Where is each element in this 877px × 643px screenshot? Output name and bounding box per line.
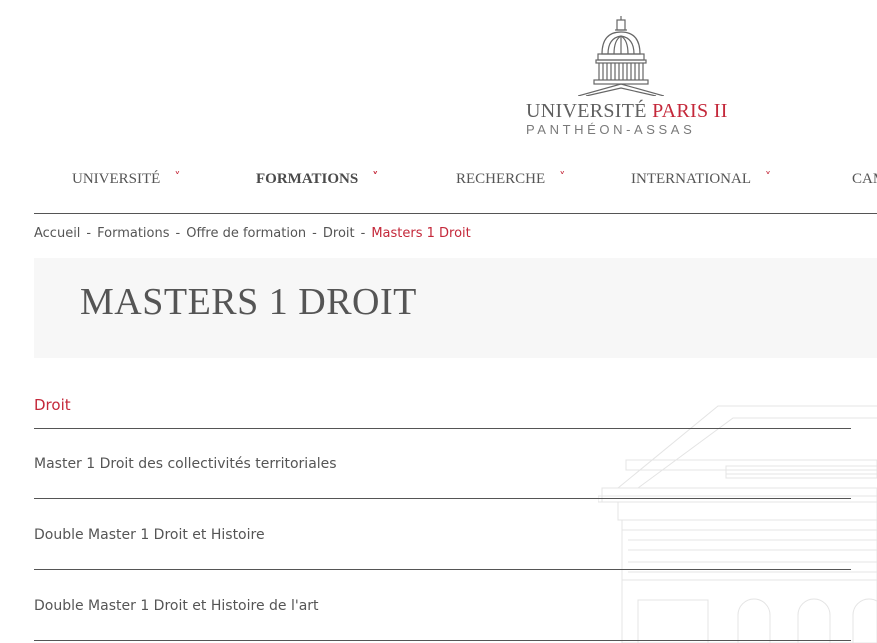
breadcrumb-separator: - xyxy=(312,226,317,241)
logo-wordmark: UNIVERSITÉ PARIS II xyxy=(526,100,727,123)
nav-item-label: UNIVERSITÉ xyxy=(72,171,161,187)
nav-item-recherche[interactable]: RECHERCHE ˅ xyxy=(456,169,566,188)
breadcrumb-separator: - xyxy=(86,226,92,241)
logo-text-main: UNIVERSITÉ xyxy=(526,100,653,122)
chevron-down-icon: ˅ xyxy=(559,169,566,184)
list-item: Master 1 Droit des collectivités territo… xyxy=(34,428,851,499)
nav-item-label: INTERNATIONAL xyxy=(631,171,751,187)
nav-item-universite[interactable]: UNIVERSITÉ ˅ xyxy=(72,169,181,188)
pantheon-dome-icon xyxy=(578,16,664,96)
page-title-banner: MASTERS 1 DROIT xyxy=(34,258,877,358)
breadcrumb-link-droit[interactable]: Droit xyxy=(323,226,355,241)
breadcrumb-link-offre[interactable]: Offre de formation xyxy=(186,226,306,241)
nav-item-label: RECHERCHE xyxy=(456,171,546,187)
nav-item-label: CAM xyxy=(852,171,877,187)
breadcrumb-separator: - xyxy=(360,226,366,241)
program-link[interactable]: Double Master 1 Droit et Histoire xyxy=(34,527,265,543)
logo-subtitle: PANTHÉON-ASSAS xyxy=(526,122,696,137)
chevron-down-icon: ˅ xyxy=(764,169,771,184)
chevron-down-icon: ˅ xyxy=(372,169,379,184)
page-title: MASTERS 1 DROIT xyxy=(80,281,417,323)
chevron-down-icon: ˅ xyxy=(174,169,181,184)
program-link[interactable]: Double Master 1 Droit et Histoire de l'a… xyxy=(34,598,319,614)
nav-item-formations[interactable]: FORMATIONS ˅ xyxy=(256,169,379,188)
breadcrumb-link-formations[interactable]: Formations xyxy=(97,226,169,241)
nav-item-campus[interactable]: CAM xyxy=(852,171,877,188)
breadcrumb-separator: - xyxy=(175,226,181,241)
program-link[interactable]: Master 1 Droit des collectivités territo… xyxy=(34,456,337,472)
nav-item-label: FORMATIONS xyxy=(256,171,359,187)
university-logo[interactable]: UNIVERSITÉ PARIS II PANTHÉON-ASSAS xyxy=(526,14,727,137)
section-heading-label: Droit xyxy=(34,396,71,414)
main-navigation: UNIVERSITÉ ˅ FORMATIONS ˅ RECHERCHE ˅ IN… xyxy=(34,163,877,214)
list-item: Double Master 1 Droit et Histoire de l'a… xyxy=(34,570,851,641)
nav-item-international[interactable]: INTERNATIONAL ˅ xyxy=(631,169,771,188)
section-heading: Droit xyxy=(34,396,851,429)
breadcrumb: Accueil - Formations - Offre de formation - Dr… xyxy=(34,226,471,241)
logo-text-accent: PARIS II xyxy=(652,100,728,122)
program-list: Master 1 Droit des collectivités territo… xyxy=(34,428,851,641)
breadcrumb-link-accueil[interactable]: Accueil xyxy=(34,226,80,241)
breadcrumb-current: Masters 1 Droit xyxy=(371,226,471,241)
list-item: Double Master 1 Droit et Histoire xyxy=(34,499,851,570)
